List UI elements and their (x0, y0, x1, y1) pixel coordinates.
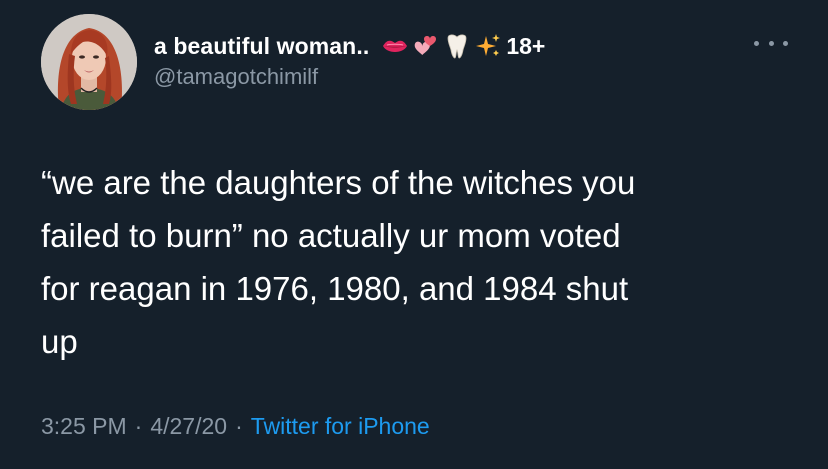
author-name-row[interactable]: a beautiful woman.. 18+ (154, 29, 545, 63)
tweet-meta: 3:25 PM · 4/27/20 · Twitter for iPhone (41, 413, 430, 440)
sparkles-emoji-icon (474, 32, 502, 60)
more-dot (783, 40, 788, 46)
more-dot (768, 40, 774, 46)
more-dot (754, 40, 759, 46)
author-handle[interactable]: @tamagotchimilf (154, 64, 318, 90)
lips-emoji-icon (381, 32, 409, 60)
tooth-emoji-icon (443, 32, 471, 60)
two-hearts-emoji-icon (412, 32, 440, 60)
tweet-source-link[interactable]: Twitter for iPhone (251, 413, 430, 439)
more-horizontal-icon[interactable] (754, 32, 788, 54)
meta-separator: · (134, 413, 143, 439)
display-name[interactable]: a beautiful woman.. (154, 33, 369, 60)
age-badge: 18+ (506, 32, 546, 59)
tweet-card: a beautiful woman.. 18+ @tamagotchimilf … (0, 0, 828, 469)
tweet-text: “we are the daughters of the witches you… (41, 164, 636, 360)
tweet-time[interactable]: 3:25 PM (41, 413, 127, 439)
meta-separator: · (235, 413, 243, 439)
avatar[interactable] (41, 14, 137, 110)
tweet-date[interactable]: 4/27/20 (150, 413, 227, 439)
